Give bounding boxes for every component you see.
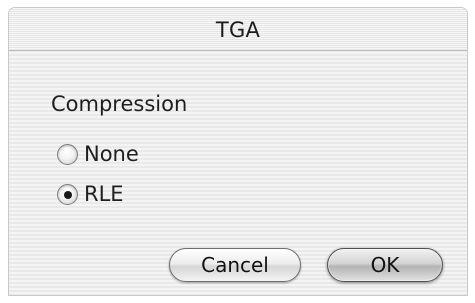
dialog-title: TGA — [215, 18, 261, 42]
tga-options-dialog: TGA Compression None RLE Cancel OK — [9, 8, 467, 295]
radio-label-rle: RLE — [84, 182, 124, 206]
cancel-button[interactable]: Cancel — [169, 248, 301, 282]
compression-label: Compression — [51, 92, 188, 116]
radio-button-rle[interactable] — [57, 183, 78, 205]
radio-label-none: None — [84, 142, 139, 166]
radio-option-rle[interactable]: RLE — [57, 182, 124, 206]
radio-option-none[interactable]: None — [57, 142, 139, 166]
ok-button[interactable]: OK — [327, 248, 443, 282]
radio-button-none[interactable] — [57, 143, 78, 165]
title-bar[interactable]: TGA — [9, 8, 467, 51]
